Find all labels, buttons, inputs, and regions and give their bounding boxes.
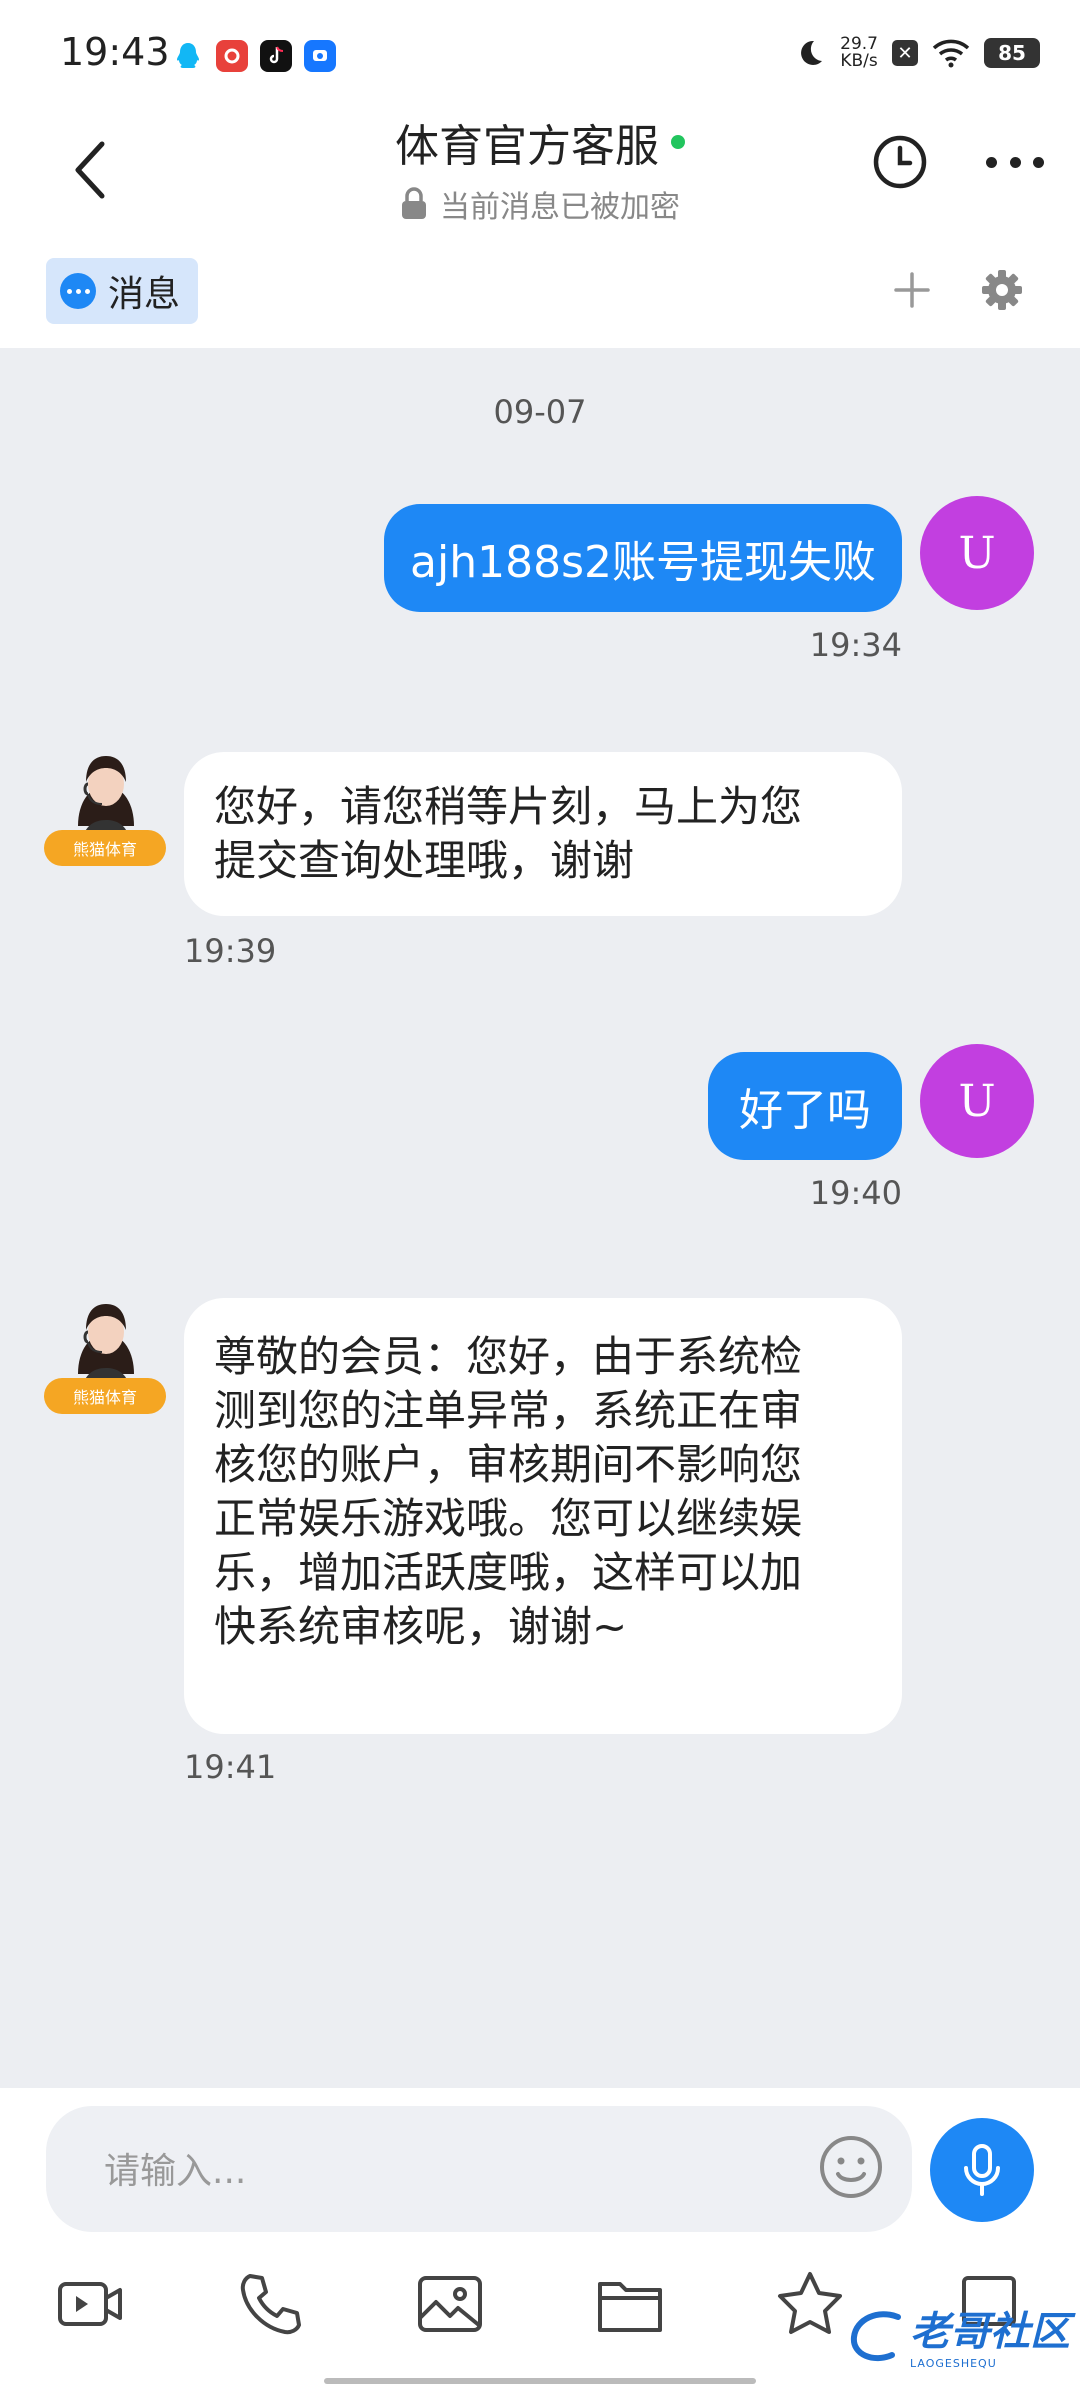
favorite-button[interactable] bbox=[774, 2268, 846, 2340]
lock-icon bbox=[402, 187, 426, 219]
dot-icon bbox=[1033, 156, 1044, 168]
chat-header: 体育官方客服 当前消息已被加密 bbox=[0, 110, 1080, 230]
message-bubble-outgoing[interactable]: 好了吗 bbox=[708, 1052, 902, 1160]
plus-icon bbox=[894, 272, 930, 308]
agent-avatar[interactable]: 熊猫体育 bbox=[44, 1290, 168, 1414]
dot-icon bbox=[1009, 156, 1021, 168]
no-sim-icon: ✕ bbox=[892, 40, 918, 66]
microphone-icon bbox=[964, 2144, 1000, 2196]
agent-portrait-icon bbox=[78, 756, 134, 842]
video-button[interactable] bbox=[54, 2268, 126, 2340]
agent-avatar[interactable]: 熊猫体育 bbox=[44, 742, 168, 866]
phone-icon bbox=[240, 2274, 301, 2335]
message-bubble-incoming[interactable]: 您好，请您稍等片刻，马上为您 提交查询处理哦，谢谢 bbox=[184, 752, 902, 916]
image-button[interactable] bbox=[414, 2268, 486, 2340]
agent-badge: 熊猫体育 bbox=[44, 830, 166, 866]
history-button[interactable] bbox=[870, 132, 930, 192]
message-time: 19:41 bbox=[184, 1748, 277, 1786]
video-icon bbox=[58, 2282, 122, 2326]
user-avatar[interactable]: U bbox=[920, 496, 1034, 610]
input-placeholder: 请输入... bbox=[104, 2151, 247, 2192]
net-speed: 29.7 KB/s bbox=[840, 34, 878, 71]
wifi-icon bbox=[932, 39, 970, 68]
date-separator: 09-07 bbox=[493, 393, 587, 431]
image-icon bbox=[418, 2276, 482, 2332]
online-status-dot bbox=[671, 135, 685, 149]
message-time: 19:39 bbox=[184, 932, 277, 970]
folder-icon bbox=[598, 2282, 662, 2332]
tab-row: 消息 bbox=[0, 230, 1080, 348]
agent-portrait-icon bbox=[78, 1304, 134, 1390]
message-bubble-incoming[interactable]: 尊敬的会员：您好，由于系统检 测到您的注单异常，系统正在审 核您的账户，审核期间… bbox=[184, 1298, 902, 1734]
emoji-button[interactable] bbox=[818, 2134, 884, 2200]
status-app-icons bbox=[172, 40, 336, 72]
blue-app-icon bbox=[304, 40, 336, 72]
clock-icon bbox=[873, 135, 927, 189]
file-button[interactable] bbox=[594, 2268, 666, 2340]
encryption-notice: 当前消息已被加密 bbox=[400, 182, 680, 226]
attachment-toolbar: 老哥社区 LAOGESHEQU bbox=[0, 2268, 1080, 2378]
message-input[interactable]: 请输入... bbox=[46, 2106, 912, 2232]
qq-icon bbox=[172, 40, 204, 72]
watermark-logo: 老哥社区 LAOGESHEQU bbox=[848, 2299, 1070, 2370]
message-time: 19:34 bbox=[809, 626, 902, 664]
input-bar: 请输入... 老哥社区 LAOGESHEQU bbox=[0, 2088, 1080, 2388]
voice-input-button[interactable] bbox=[930, 2118, 1034, 2222]
smiley-icon bbox=[820, 2136, 882, 2198]
page-title: 体育官方客服 bbox=[395, 110, 685, 174]
dot-icon bbox=[986, 156, 997, 168]
more-options-button[interactable] bbox=[980, 132, 1050, 192]
home-indicator[interactable] bbox=[324, 2378, 756, 2384]
gear-icon bbox=[982, 270, 1022, 310]
battery-indicator: 85 bbox=[984, 38, 1040, 68]
settings-button[interactable] bbox=[974, 262, 1030, 318]
agent-badge: 熊猫体育 bbox=[44, 1378, 166, 1414]
chat-bubble-icon bbox=[60, 273, 96, 309]
user-avatar[interactable]: U bbox=[920, 1044, 1034, 1158]
call-button[interactable] bbox=[234, 2268, 306, 2340]
status-time: 19:43 bbox=[60, 30, 170, 74]
tiktok-icon bbox=[260, 40, 292, 72]
message-time: 19:40 bbox=[809, 1174, 902, 1212]
chat-area[interactable]: 09-07 ajh188s2账号提现失败 U 19:34 熊猫体育 您好，请您稍… bbox=[0, 348, 1080, 2088]
tab-messages[interactable]: 消息 bbox=[46, 258, 199, 324]
red-app-icon bbox=[216, 40, 248, 72]
moon-icon bbox=[801, 40, 823, 65]
tab-messages-label: 消息 bbox=[108, 274, 181, 315]
add-button[interactable] bbox=[884, 262, 940, 318]
dragon-logo-icon bbox=[850, 2310, 901, 2361]
message-bubble-outgoing[interactable]: ajh188s2账号提现失败 bbox=[384, 504, 902, 612]
status-indicators: 29.7 KB/s ✕ 85 bbox=[794, 36, 1040, 70]
star-icon bbox=[778, 2272, 842, 2334]
status-bar: 19:43 29.7 KB/s ✕ 85 bbox=[0, 0, 1080, 110]
